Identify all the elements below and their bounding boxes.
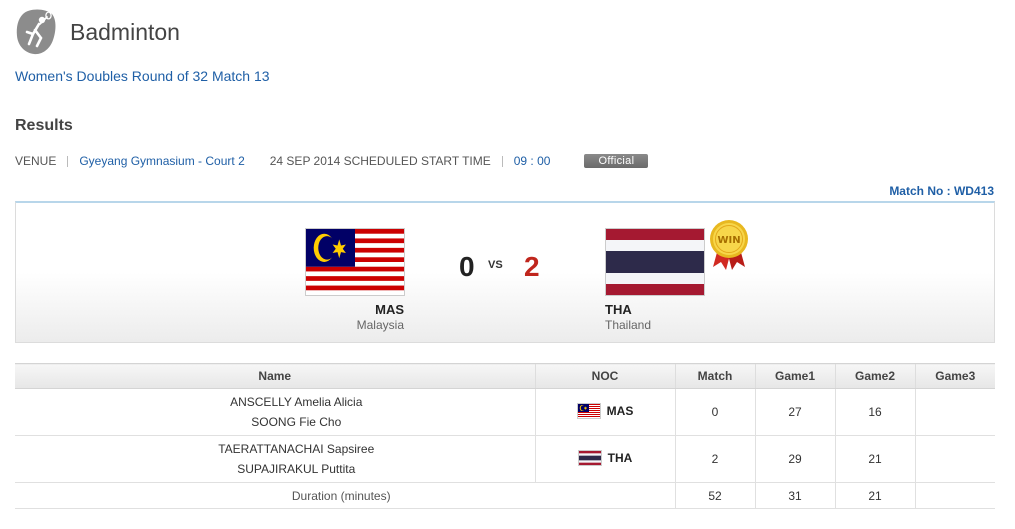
malaysia-flag-icon: [305, 228, 405, 296]
win-ribbon-icon: WIN: [710, 220, 748, 270]
sport-title: Badminton: [70, 18, 180, 45]
player-name[interactable]: TAERATTANACHAI Sapsiree: [59, 439, 534, 459]
scoreboard: 0 VS 2 WIN MAS Malaysia THA Thailand: [15, 201, 995, 343]
player-names-cell: TAERATTANACHAI Sapsiree SUPAJIRAKUL Putt…: [15, 435, 535, 483]
header-name: Name: [15, 363, 535, 389]
duration-game1-cell: 31: [754, 482, 835, 509]
left-team-info: MAS Malaysia: [357, 302, 404, 332]
game3-cell: [914, 435, 995, 483]
thailand-flag-icon: [577, 449, 602, 466]
match-score-cell: 0: [674, 388, 755, 436]
header-game1: Game1: [754, 363, 835, 389]
game1-cell: 29: [754, 435, 835, 483]
duration-game2-cell: 21: [834, 482, 915, 509]
table-row: TAERATTANACHAI Sapsiree SUPAJIRAKUL Putt…: [15, 435, 995, 483]
player-name[interactable]: SOONG Fie Cho: [59, 412, 534, 432]
player-name[interactable]: ANSCELLY Amelia Alicia: [59, 392, 534, 412]
game1-cell: 27: [754, 388, 835, 436]
header-game3: Game3: [914, 363, 995, 389]
table-row: ANSCELLY Amelia Alicia SOONG Fie Cho MAS…: [15, 388, 995, 436]
versus-label: VS: [488, 255, 503, 272]
win-badge-text: WIN: [717, 235, 740, 246]
badminton-player-icon: [16, 9, 56, 55]
left-team-code: MAS: [375, 302, 404, 317]
noc-code: THA: [607, 450, 633, 465]
page-header: Badminton: [15, 6, 180, 58]
duration-row: Duration (minutes) 52 31 21: [15, 482, 995, 509]
player-names-cell: ANSCELLY Amelia Alicia SOONG Fie Cho: [15, 388, 535, 436]
game2-cell: 21: [834, 435, 915, 483]
match-score-cell: 2: [674, 435, 755, 483]
right-team-score: 2: [524, 251, 540, 282]
match-number: Match No : WD413: [889, 184, 994, 198]
start-time-value: 09 : 00: [513, 154, 551, 168]
malaysia-flag-icon: [576, 402, 601, 419]
game3-cell: [914, 388, 995, 436]
official-status-badge: Official: [584, 154, 649, 168]
table-header-row: Name NOC Match Game1 Game2 Game3: [15, 363, 995, 389]
player-name[interactable]: SUPAJIRAKUL Puttita: [59, 459, 534, 479]
left-team-score: 0: [459, 251, 475, 282]
event-title-link[interactable]: Women's Doubles Round of 32 Match 13: [15, 68, 270, 84]
thailand-flag-icon: [605, 228, 705, 296]
right-team-code: THA: [605, 302, 632, 317]
right-team-info: THA Thailand: [605, 302, 651, 332]
noc-code: MAS: [606, 403, 634, 418]
right-team-country: Thailand: [605, 318, 652, 332]
venue-label: VENUE: [15, 154, 57, 168]
noc-cell: THA: [534, 435, 675, 483]
left-team-country: Malaysia: [356, 318, 404, 332]
duration-match-cell: 52: [674, 482, 755, 509]
header-noc: NOC: [534, 363, 675, 389]
header-game2: Game2: [834, 363, 915, 389]
match-info-row: VENUE Gyeyang Gymnasium - Court 2 24 SEP…: [15, 153, 649, 169]
duration-label: Duration (minutes): [15, 482, 675, 509]
venue-value: Gyeyang Gymnasium - Court 2: [79, 154, 245, 168]
scheduled-start-label: 24 SEP 2014 SCHEDULED START TIME: [269, 154, 491, 168]
results-table: Name NOC Match Game1 Game2 Game3 ANSCELL…: [15, 363, 995, 509]
separator: [501, 155, 503, 167]
header-match: Match: [674, 363, 755, 389]
game2-cell: 16: [834, 388, 915, 436]
results-heading: Results: [15, 117, 73, 134]
duration-game3-cell: [914, 482, 995, 509]
separator: [67, 155, 69, 167]
noc-cell: MAS: [534, 388, 675, 436]
